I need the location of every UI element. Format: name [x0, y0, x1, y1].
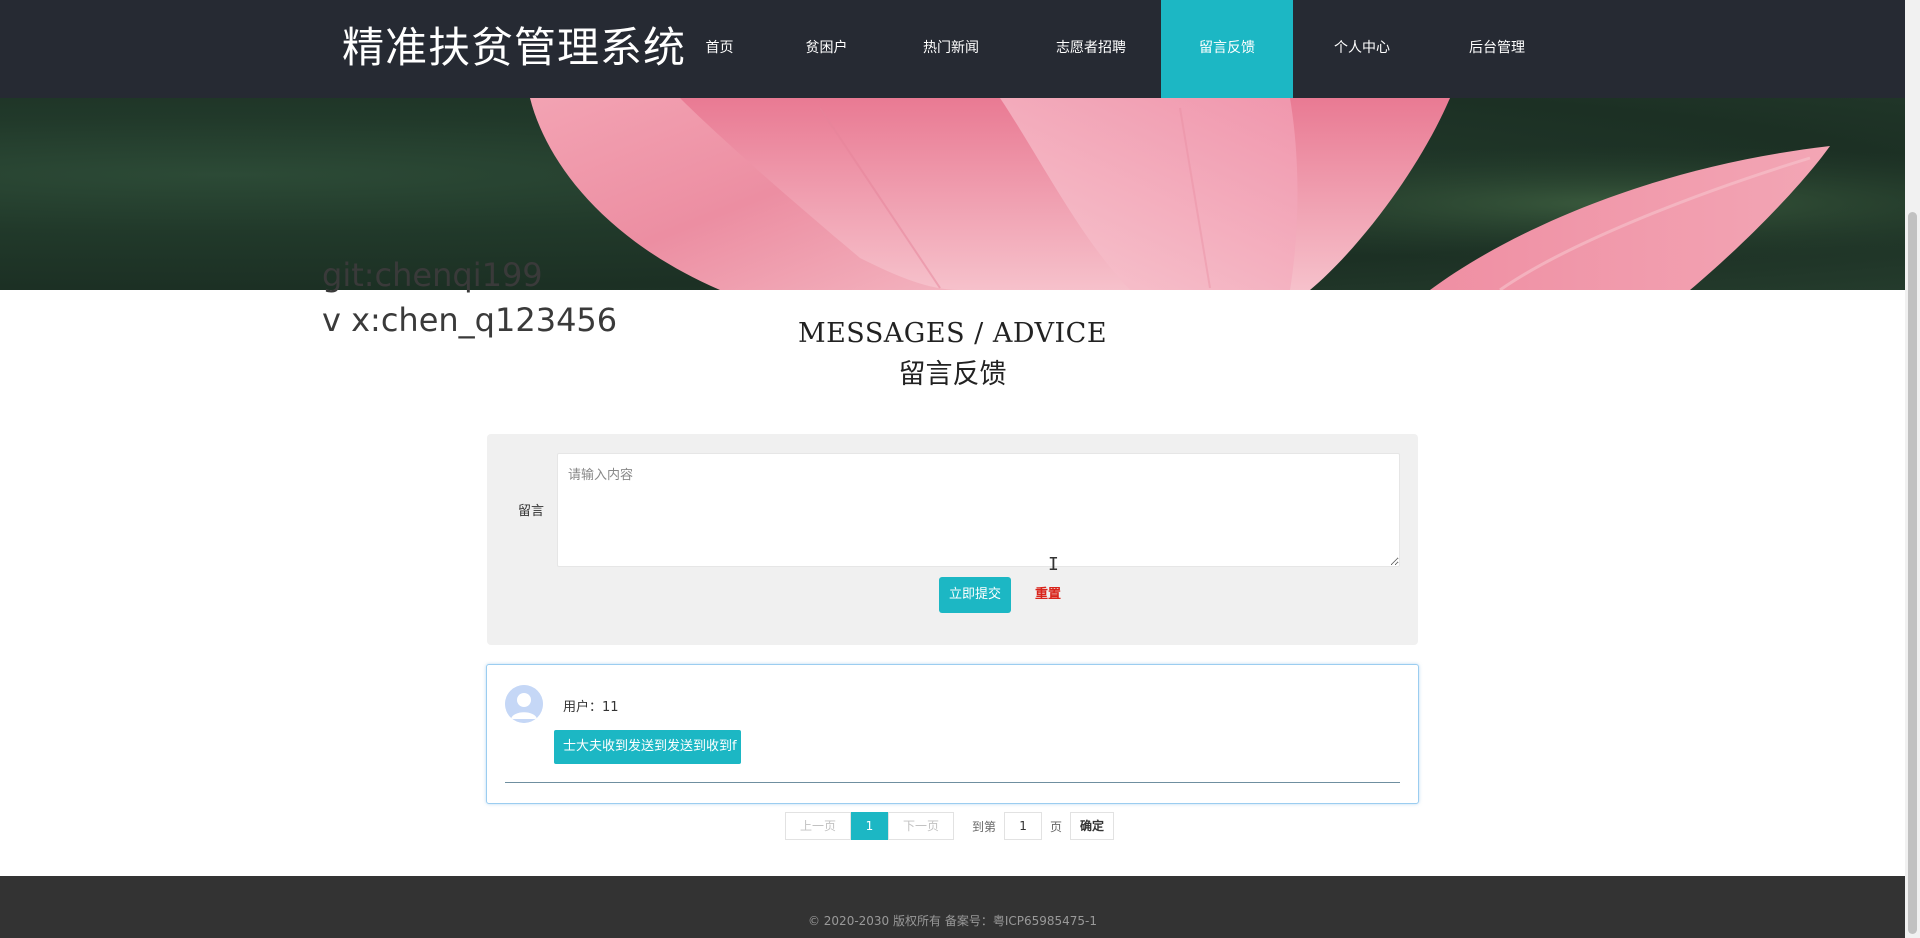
hero-banner — [0, 98, 1905, 290]
section-title-cn: 留言反馈 — [898, 359, 1007, 390]
contact-git: git:chenqi199 — [322, 256, 543, 294]
message-form: 留言 立即提交 重置 — [487, 434, 1418, 645]
message-user: 用户：11 — [563, 700, 619, 715]
goto-prefix: 到第 — [972, 819, 997, 834]
page-scrollbar[interactable] — [1905, 0, 1920, 938]
prev-page-button[interactable]: 上一页 — [785, 812, 851, 840]
site-logo[interactable]: 精准扶贫管理系统 — [342, 22, 686, 74]
goto-suffix: 页 — [1050, 819, 1063, 834]
nav-item-feedback[interactable]: 留言反馈 — [1161, 0, 1293, 98]
goto-page-input[interactable] — [1004, 812, 1043, 840]
contact-wechat: v x:chen_q123456 — [322, 301, 618, 339]
main-nav: 首页 贫困户 热门新闻 志愿者招聘 留言反馈 个人中心 后台管理 — [667, 0, 1563, 98]
lotus-image — [0, 98, 1905, 290]
avatar — [505, 685, 543, 723]
pagination: 上一页 1 下一页 到第 页 确定 — [785, 812, 1115, 840]
reset-button[interactable]: 重置 — [1035, 577, 1061, 613]
section-title-en: MESSAGES / ADVICE — [797, 318, 1108, 349]
current-page[interactable]: 1 — [851, 812, 888, 840]
next-page-button[interactable]: 下一页 — [888, 812, 954, 840]
nav-item-home[interactable]: 首页 — [667, 0, 772, 98]
text-cursor-icon: I — [1048, 554, 1059, 575]
nav-item-hot-news[interactable]: 热门新闻 — [881, 0, 1021, 98]
user-avatar-icon — [505, 685, 543, 723]
submit-button[interactable]: 立即提交 — [939, 577, 1011, 613]
message-textarea[interactable] — [557, 453, 1400, 567]
nav-item-poor-households[interactable]: 贫困户 — [772, 0, 881, 98]
message-list: 用户：11 士大夫收到发送到发送到收到f — [486, 664, 1419, 804]
page-footer: © 2020-2030 版权所有 备案号：粤ICP65985475-1 — [0, 876, 1905, 938]
top-header: 精准扶贫管理系统 首页 贫困户 热门新闻 志愿者招聘 留言反馈 个人中心 后台管… — [0, 0, 1905, 98]
nav-item-admin[interactable]: 后台管理 — [1431, 0, 1563, 98]
copyright-text: © 2020-2030 版权所有 备案号：粤ICP65985475-1 — [807, 914, 1098, 928]
message-divider — [505, 782, 1400, 783]
goto-confirm-button[interactable]: 确定 — [1070, 812, 1115, 840]
message-content: 士大夫收到发送到发送到收到f — [554, 730, 741, 764]
message-label: 留言 — [518, 504, 545, 519]
nav-item-volunteer[interactable]: 志愿者招聘 — [1021, 0, 1161, 98]
scrollbar-thumb[interactable] — [1908, 212, 1917, 934]
nav-item-profile[interactable]: 个人中心 — [1293, 0, 1431, 98]
